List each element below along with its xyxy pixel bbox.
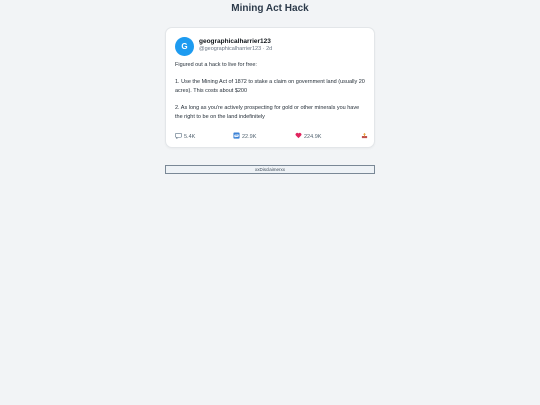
share-button[interactable] (361, 132, 370, 143)
separator: · (262, 46, 265, 52)
share-tray-icon (361, 132, 370, 143)
like-count: 224.9K (304, 134, 322, 140)
speech-bubble-icon (175, 132, 184, 143)
timestamp: 2d (266, 46, 273, 52)
tweet-card: G geographicalharrier123 @geographicalha… (165, 27, 375, 148)
handle-line: @geographicalharrier123 · 2d (199, 46, 272, 53)
disclaimer-box: xxDisclaimerxx (165, 165, 375, 174)
heart-icon (295, 132, 304, 143)
avatar[interactable]: G (175, 37, 194, 56)
tweet-actions: 5.4K 22.9K 224.9K (175, 132, 370, 143)
retweet-button[interactable]: 22.9K (233, 132, 256, 143)
tweet-line: Figured out a hack to live for free: (175, 62, 257, 68)
retweet-icon (233, 132, 242, 143)
page: Mining Act Hack G geographicalharrier123… (0, 0, 540, 405)
display-name[interactable]: geographicalharrier123 (199, 38, 271, 46)
tweet-body: Figured out a hack to live for free: 1. … (175, 61, 367, 121)
tweet-line: 1. Use the Mining Act of 1872 to stake a… (175, 79, 365, 94)
handle[interactable]: @geographicalharrier123 (199, 46, 261, 52)
reply-button[interactable]: 5.4K (175, 132, 195, 143)
tweet-line: 2. As long as you're actively prospectin… (175, 104, 360, 120)
like-button[interactable]: 224.9K (295, 132, 321, 143)
page-title: Mining Act Hack (231, 3, 309, 14)
tweet-gap (175, 95, 367, 104)
retweet-count: 22.9K (242, 134, 257, 140)
reply-count: 5.4K (184, 134, 196, 140)
tweet-gap (175, 70, 367, 79)
